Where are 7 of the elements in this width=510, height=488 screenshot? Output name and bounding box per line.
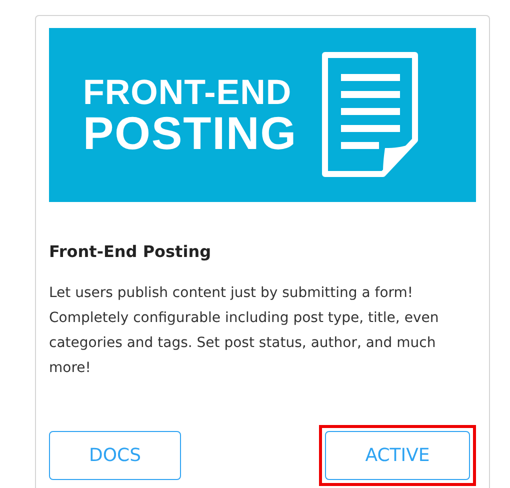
document-icon — [321, 52, 420, 178]
plugin-description: Let users publish content just by submitting a form! Completely configurable including post type, title, even categories and tags. Set post status, author, and much more! — [49, 284, 440, 378]
docs-button[interactable]: DOCS — [49, 431, 181, 480]
plugin-title: Front-End Posting — [49, 242, 212, 261]
status-button[interactable]: ACTIVE — [325, 431, 470, 480]
banner-heading: POSTING — [83, 111, 298, 155]
banner-heading: FRONT-END — [83, 75, 292, 111]
